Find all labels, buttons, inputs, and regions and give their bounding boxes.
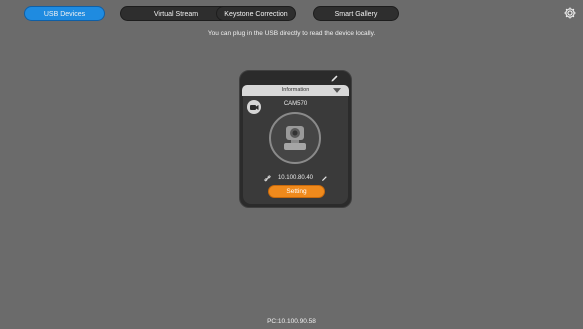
pencil-icon[interactable] [321,175,328,182]
chevron-down-icon[interactable] [333,88,341,93]
gear-icon[interactable] [563,6,577,20]
usb-hint-text: You can plug in the USB directly to read… [207,30,376,37]
device-panel: CAM570 10.100.80.40 Setting [243,96,348,204]
ptz-camera-icon [269,112,321,164]
information-dropdown[interactable]: Information [242,85,349,96]
device-name: CAM570 [283,101,308,107]
tab-smart-gallery[interactable]: Smart Gallery [313,6,399,21]
pencil-icon[interactable] [330,74,339,83]
information-label: Information [281,87,310,93]
pc-ip-address: PC:10.100.90.58 [267,318,316,325]
setting-button[interactable]: Setting [268,185,325,198]
link-icon [264,175,271,182]
device-ip-row: 10.100.80.40 [243,174,348,183]
tab-keystone-correction[interactable]: Keystone Correction [216,6,296,21]
device-card: Information CAM570 10.100.80.40 Setting [239,70,352,208]
tab-usb-devices[interactable]: USB Devices [24,6,105,21]
device-ip: 10.100.80.40 [277,175,314,181]
